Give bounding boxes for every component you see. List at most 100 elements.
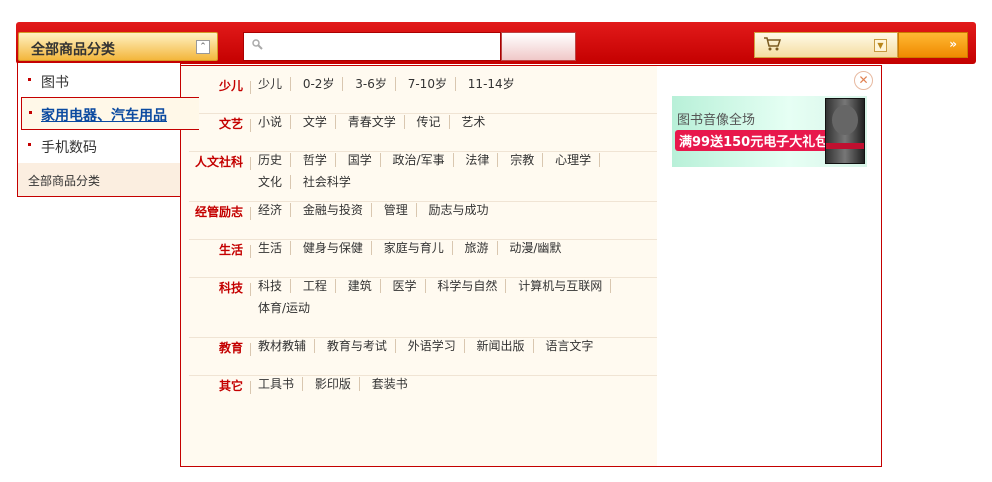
subcategory-link[interactable]: 11-14岁 [468, 77, 523, 91]
subcategory-link[interactable]: 科技 [258, 279, 292, 293]
search-button[interactable] [501, 32, 576, 61]
cart-dropdown[interactable]: ▼ [754, 32, 898, 58]
subcategory-link[interactable]: 哲学 [302, 153, 336, 167]
category-row: 科技 科技 工程 建筑 医学 科学与自然 计算机与互联网 体育/运动 [181, 278, 657, 338]
double-arrow-right-icon: » [949, 37, 957, 51]
subcategory-link[interactable]: 文化 [258, 175, 292, 189]
close-circle-icon[interactable]: ✕ [854, 71, 873, 90]
subcategory-link[interactable]: 管理 [383, 203, 417, 217]
book-cover-image [825, 98, 865, 164]
title-divider [250, 119, 251, 132]
subcategory-link[interactable]: 旅游 [464, 241, 498, 255]
subcategory-link[interactable]: 0-2岁 [302, 77, 344, 91]
category-title[interactable]: 科技 [219, 279, 243, 296]
bullet-icon [28, 78, 31, 81]
title-divider [250, 245, 251, 258]
category-title[interactable]: 其它 [219, 377, 243, 394]
subcategory-link[interactable]: 文学 [302, 115, 336, 129]
title-divider [250, 207, 251, 220]
search-box[interactable] [243, 32, 501, 61]
chevron-down-icon[interactable]: ▼ [874, 39, 887, 52]
subcategory-link[interactable]: 经济 [258, 203, 292, 217]
subcategory-links: 历史 哲学 国学 政治/军事 法律 宗教 心理学 文化 社会科学 [258, 149, 648, 193]
subcategory-link[interactable]: 少儿 [258, 77, 292, 91]
subcategory-link[interactable]: 影印版 [314, 377, 360, 391]
shopping-cart-icon [763, 36, 782, 56]
subcategory-link[interactable]: 宗教 [510, 153, 544, 167]
category-row: 生活 生活 健身与保健 家庭与育儿 旅游 动漫/幽默 [181, 240, 657, 278]
subcategory-link[interactable]: 政治/军事 [392, 153, 454, 167]
subcategory-link[interactable]: 励志与成功 [429, 203, 497, 217]
sidebar-all-categories[interactable]: 全部商品分类 [18, 163, 181, 196]
go-to-cart-button[interactable]: » [898, 32, 968, 58]
category-row: 少儿 少儿 0-2岁 3-6岁 7-10岁 11-14岁 [181, 76, 657, 114]
sidebar-item-label: 图书 [41, 75, 69, 91]
subcategory-link[interactable]: 工具书 [258, 377, 304, 391]
subcategory-links: 经济 金融与投资 管理 励志与成功 [258, 199, 648, 221]
subcategory-link[interactable]: 小说 [258, 115, 292, 129]
sidebar-item-label: 手机数码 [41, 140, 97, 156]
sidebar-item-mobile-digital[interactable]: 手机数码 [18, 130, 181, 163]
subcategory-link[interactable]: 国学 [347, 153, 381, 167]
promo-banner[interactable]: 图书音像全场 满99送150元电子大礼包 [672, 96, 867, 167]
subcategory-link[interactable]: 医学 [392, 279, 426, 293]
subcategory-link[interactable]: 动漫/幽默 [509, 241, 569, 255]
subcategory-link[interactable]: 法律 [465, 153, 499, 167]
title-divider [250, 381, 251, 394]
subcategory-link[interactable]: 传记 [416, 115, 450, 129]
subcategory-link[interactable]: 3-6岁 [355, 77, 396, 91]
category-sidebar: 图书 家用电器、汽车用品 手机数码 全部商品分类 [17, 63, 199, 197]
subcategory-link[interactable]: 外语学习 [407, 339, 465, 353]
category-title[interactable]: 少儿 [219, 77, 243, 94]
subcategory-link[interactable]: 建筑 [347, 279, 381, 293]
subcategory-link[interactable]: 教育与考试 [326, 339, 396, 353]
category-title[interactable]: 生活 [219, 241, 243, 258]
double-chevron-up-icon[interactable]: ⌃ [196, 40, 210, 54]
subcategory-link[interactable]: 社会科学 [303, 175, 359, 189]
category-title[interactable]: 经管励志 [195, 203, 243, 220]
subcategory-links: 工具书 影印版 套装书 [258, 373, 648, 395]
subcategory-links: 教材教辅 教育与考试 外语学习 新闻出版 语言文字 [258, 335, 648, 357]
sidebar-item-appliances-auto[interactable]: 家用电器、汽车用品 [21, 97, 199, 130]
sidebar-item-label: 家用电器、汽车用品 [41, 108, 167, 124]
subcategory-link[interactable]: 心理学 [555, 153, 601, 167]
subcategory-links: 科技 工程 建筑 医学 科学与自然 计算机与互联网 体育/运动 [258, 275, 648, 319]
all-categories-button[interactable]: 全部商品分类 ⌃ [18, 32, 218, 61]
subcategory-link[interactable]: 新闻出版 [476, 339, 534, 353]
promo-line1: 图书音像全场 [677, 113, 756, 128]
category-title[interactable]: 人文社科 [195, 153, 243, 170]
subcategory-link[interactable]: 套装书 [372, 377, 416, 391]
bullet-icon [29, 111, 32, 114]
category-title[interactable]: 教育 [219, 339, 243, 356]
bullet-icon [28, 143, 31, 146]
subcategory-link[interactable]: 体育/运动 [258, 301, 318, 315]
subcategory-link[interactable]: 青春文学 [347, 115, 405, 129]
search-input[interactable] [270, 36, 495, 57]
magnifier-icon [252, 39, 263, 53]
sidebar-item-books[interactable]: 图书 [18, 65, 181, 98]
all-categories-label: 全部商品分类 [31, 42, 115, 58]
subcategory-link[interactable]: 生活 [258, 241, 292, 255]
subcategory-link[interactable]: 教材教辅 [258, 339, 316, 353]
subcategory-link[interactable]: 家庭与育儿 [383, 241, 453, 255]
portrait-image [832, 105, 858, 135]
subcategory-link[interactable]: 工程 [302, 279, 336, 293]
subcategory-links: 生活 健身与保健 家庭与育儿 旅游 动漫/幽默 [258, 237, 648, 259]
category-dropdown-panel: ✕ 少儿 少儿 0-2岁 3-6岁 7-10岁 11-14岁 文艺 小说 文学 青春… [180, 65, 882, 467]
subcategory-link[interactable]: 科学与自然 [437, 279, 507, 293]
title-divider [250, 283, 251, 296]
book-band [826, 143, 864, 149]
title-divider [250, 157, 251, 170]
subcategory-link[interactable]: 计算机与互联网 [518, 279, 612, 293]
subcategory-link[interactable]: 艺术 [461, 115, 493, 129]
category-row: 文艺 小说 文学 青春文学 传记 艺术 [181, 114, 657, 152]
promo-line2: 满99送150元电子大礼包 [675, 130, 833, 151]
category-title[interactable]: 文艺 [219, 115, 243, 132]
subcategory-link[interactable]: 金融与投资 [302, 203, 372, 217]
category-row: 其它 工具书 影印版 套装书 [181, 376, 657, 414]
subcategory-link[interactable]: 健身与保健 [302, 241, 372, 255]
title-divider [250, 343, 251, 356]
subcategory-link[interactable]: 历史 [258, 153, 292, 167]
subcategory-link[interactable]: 7-10岁 [407, 77, 456, 91]
subcategory-link[interactable]: 语言文字 [545, 339, 601, 353]
